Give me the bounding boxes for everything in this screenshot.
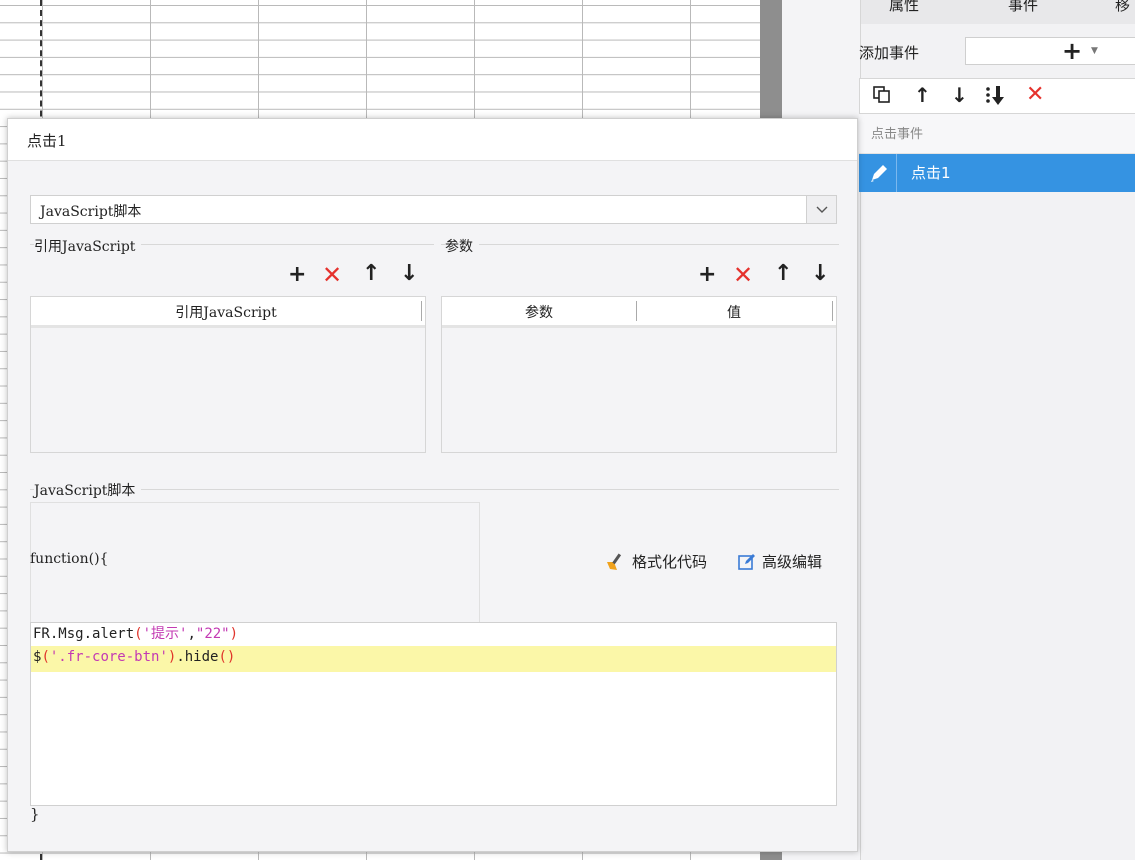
function-header: function(){ bbox=[30, 551, 109, 567]
params-table[interactable]: 参数 值 bbox=[441, 296, 837, 453]
code-token: () bbox=[218, 649, 236, 665]
code-token: '提示' bbox=[142, 626, 188, 642]
advanced-edit-label: 高级编辑 bbox=[762, 553, 823, 571]
panel-tabs: 属性 事件 移 bbox=[861, 0, 1135, 24]
ref-js-table-header: 引用JavaScript bbox=[31, 297, 425, 328]
event-section-header: 点击事件 bbox=[859, 114, 1135, 154]
pencil-icon[interactable] bbox=[859, 154, 897, 192]
dialog-title: 点击1 bbox=[27, 132, 67, 150]
chevron-down-icon[interactable] bbox=[806, 196, 836, 223]
code-line-2: $('.fr-core-btn').hide() bbox=[31, 646, 836, 672]
add-event-dropdown[interactable]: + ▼ bbox=[965, 37, 1135, 65]
event-item-label: 点击1 bbox=[911, 164, 951, 182]
params-group-line bbox=[441, 244, 839, 245]
param-value-column-header[interactable]: 值 bbox=[636, 302, 832, 322]
code-token: ) bbox=[229, 626, 239, 642]
edit-icon bbox=[738, 553, 755, 570]
event-type-value: JavaScript脚本 bbox=[40, 204, 142, 220]
arrow-up-icon[interactable]: ↑ bbox=[774, 263, 792, 285]
broom-icon bbox=[607, 553, 622, 570]
ref-js-group-title: 引用JavaScript bbox=[34, 236, 142, 256]
event-panel: 属性 事件 移 添加事件 + ▼ ↑ ↓ ✕ 点击事件 点击1 bbox=[859, 0, 1135, 860]
function-footer: } bbox=[30, 805, 40, 823]
code-token: .hide bbox=[176, 649, 219, 665]
column-divider bbox=[832, 301, 833, 321]
caret-down-icon: ▼ bbox=[1091, 46, 1098, 56]
tab-properties[interactable]: 属性 bbox=[889, 0, 919, 15]
dialog-title-bar: 点击1 bbox=[8, 119, 857, 161]
params-group-title: 参数 bbox=[445, 236, 479, 256]
plus-icon: + bbox=[1062, 37, 1083, 65]
code-token: , bbox=[187, 626, 196, 642]
event-type-select[interactable]: JavaScript脚本 bbox=[30, 195, 837, 224]
code-token: ( bbox=[134, 626, 143, 642]
script-group-line bbox=[30, 489, 839, 490]
arrow-up-icon[interactable]: ↑ bbox=[362, 263, 380, 285]
code-token: FR.Msg.alert bbox=[33, 626, 135, 642]
delete-icon[interactable]: ✕ bbox=[322, 263, 342, 287]
script-group-title: JavaScript脚本 bbox=[34, 480, 142, 500]
arrow-down-icon[interactable]: ↓ bbox=[951, 83, 968, 107]
ref-js-table[interactable]: 引用JavaScript bbox=[30, 296, 426, 453]
move-to-bottom-icon[interactable] bbox=[984, 85, 1010, 112]
format-code-button[interactable]: 格式化代码 bbox=[605, 551, 707, 572]
delete-icon[interactable]: ✕ bbox=[733, 263, 753, 287]
param-name-column-header[interactable]: 参数 bbox=[442, 302, 636, 322]
copy-icon[interactable] bbox=[872, 85, 892, 110]
add-event-label: 添加事件 bbox=[859, 44, 920, 62]
column-divider bbox=[421, 301, 422, 321]
code-token: '.fr-core-btn' bbox=[49, 649, 168, 665]
advanced-edit-button[interactable]: 高级编辑 bbox=[737, 551, 822, 572]
ref-js-column-header[interactable]: 引用JavaScript bbox=[31, 302, 421, 322]
arrow-up-icon[interactable]: ↑ bbox=[914, 83, 931, 107]
javascript-code-editor[interactable]: FR.Msg.alert('提示',"22") $('.fr-core-btn'… bbox=[30, 622, 837, 806]
add-icon[interactable]: + bbox=[288, 264, 306, 286]
format-code-label: 格式化代码 bbox=[632, 553, 708, 571]
tab-events[interactable]: 事件 bbox=[1008, 0, 1038, 15]
arrow-down-icon[interactable]: ↓ bbox=[811, 263, 829, 285]
code-token: ( bbox=[41, 649, 50, 665]
event-toolbar: ↑ ↓ ✕ bbox=[859, 78, 1135, 114]
code-token: "22" bbox=[195, 626, 230, 642]
tab-more[interactable]: 移 bbox=[1115, 0, 1130, 15]
event-dialog: 点击1 JavaScript脚本 引用JavaScript + ✕ ↑ ↓ 引用… bbox=[7, 118, 858, 852]
arrow-down-icon[interactable]: ↓ bbox=[400, 263, 418, 285]
event-item-click1[interactable]: 点击1 bbox=[859, 154, 1135, 192]
add-icon[interactable]: + bbox=[698, 264, 716, 286]
params-table-header: 参数 值 bbox=[442, 297, 836, 328]
delete-icon[interactable]: ✕ bbox=[1026, 83, 1044, 107]
event-section-label: 点击事件 bbox=[871, 127, 924, 142]
